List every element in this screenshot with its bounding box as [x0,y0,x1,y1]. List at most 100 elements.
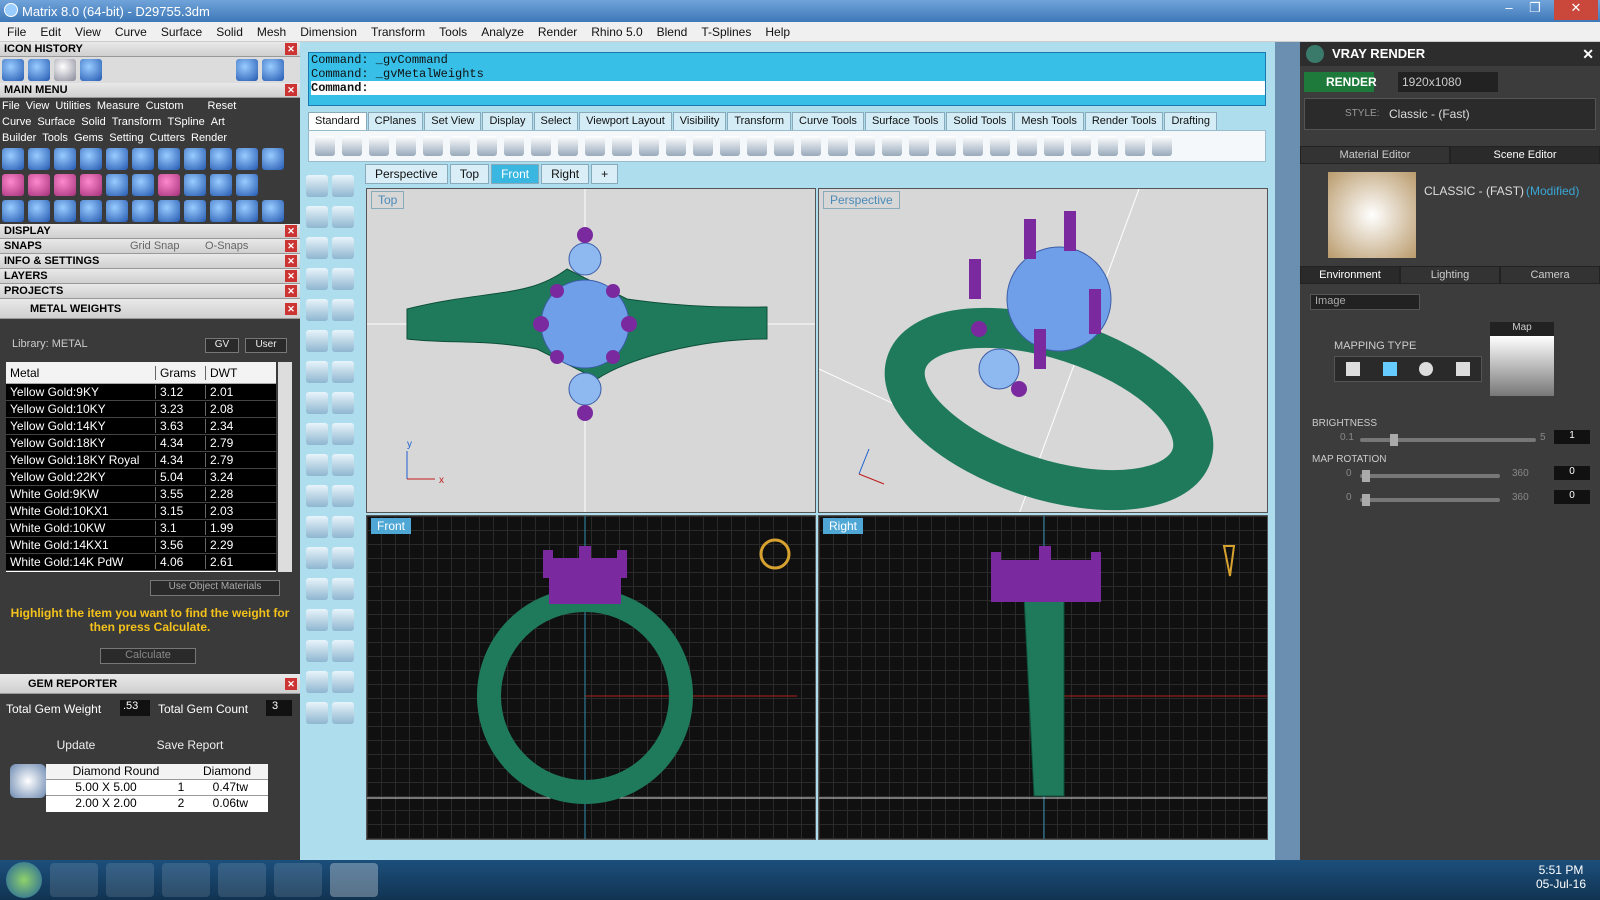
paint-icon[interactable] [332,702,354,724]
tool-icon[interactable] [236,174,258,196]
close-icon[interactable]: ✕ [285,240,297,252]
copy-icon[interactable] [477,136,497,156]
matrix-app-icon[interactable] [330,863,378,897]
text-icon[interactable] [306,547,328,569]
select-icon[interactable] [306,175,328,197]
metal-weights-header[interactable]: METAL WEIGHTS ✕ [0,299,300,319]
projects-header[interactable]: PROJECTS ✕ [0,284,300,299]
viewport-label-perspective[interactable]: Perspective [823,191,900,209]
tool-icon[interactable] [158,174,180,196]
mapping-sphere-icon[interactable] [1419,362,1434,376]
zoom-selected-icon[interactable] [693,136,713,156]
tab-surface-tools[interactable]: Surface Tools [864,112,946,130]
update-button[interactable]: Update [40,738,112,754]
main-sub-custom[interactable]: Custom [146,100,184,112]
tool-icon[interactable] [54,200,76,222]
tool-icon[interactable] [106,200,128,222]
gem-row[interactable]: 5.00 X 5.00 1 0.47tw [46,780,268,796]
calculator-icon[interactable] [274,863,322,897]
tool-icon[interactable] [210,174,232,196]
dimension-icon[interactable] [1125,136,1145,156]
tool-icon[interactable] [2,174,24,196]
tab-render-tools[interactable]: Render Tools [1084,112,1164,130]
fillet-icon[interactable] [332,485,354,507]
tool-icon[interactable] [106,174,128,196]
split-icon[interactable] [306,454,328,476]
menu-surface[interactable]: Surface [154,25,209,39]
viewport-perspective[interactable]: Perspective [818,188,1268,513]
tab-drafting[interactable]: Drafting [1164,112,1217,130]
tool-icon[interactable] [54,174,76,196]
grid-icon[interactable] [306,640,328,662]
folder-icon[interactable] [54,59,76,81]
tool-icon[interactable] [2,200,24,222]
trim-icon[interactable] [332,454,354,476]
sphere-icon[interactable] [990,136,1010,156]
rotation-h-value[interactable]: 0 [1554,466,1590,480]
tab-standard[interactable]: Standard [308,112,367,130]
tool-icon[interactable] [28,200,50,222]
rotation-v-slider[interactable] [1360,494,1500,506]
tool-icon[interactable] [236,200,258,222]
tool-icon[interactable] [210,148,232,170]
import-icon[interactable] [423,136,443,156]
table-row[interactable]: White Gold:14K PdW 4.06 2.61 [6,554,276,571]
rotate-view-icon[interactable] [720,136,740,156]
media-player-icon[interactable] [162,863,210,897]
resolution-select[interactable]: 1920x1080 [1398,72,1498,92]
viewport-top[interactable]: Top yx [366,188,816,513]
maximize-button[interactable]: ❐ [1522,0,1548,20]
viewport-label-front[interactable]: Front [371,518,412,534]
explorer-icon[interactable] [106,863,154,897]
col-metal[interactable]: Metal [6,365,156,380]
blend-icon[interactable] [332,516,354,538]
view-tab-front[interactable]: Front [491,164,540,184]
menu-rhino5[interactable]: Rhino 5.0 [584,25,649,39]
color-wheel-icon[interactable] [963,136,983,156]
tool-icon[interactable] [2,148,24,170]
gem-reporter-header[interactable]: GEM REPORTER ✕ [0,674,300,694]
arc-icon[interactable] [306,268,328,290]
analyze-icon[interactable] [306,671,328,693]
chrome-icon[interactable] [218,863,266,897]
tool-icon[interactable] [184,200,206,222]
environment-type-select[interactable]: Image [1310,294,1420,310]
table-row[interactable]: Yellow Gold:18KY Royal 4.34 2.79 [6,452,276,469]
col-dwt[interactable]: DWT [206,366,266,380]
main-sub-file[interactable]: File [2,100,20,112]
close-icon[interactable]: ✕ [285,678,297,690]
align-icon[interactable] [332,640,354,662]
menu-tsplines[interactable]: T-Splines [694,25,758,39]
tab-display[interactable]: Display [482,112,533,130]
tab-mesh-tools[interactable]: Mesh Tools [1014,112,1084,130]
tab-cplanes[interactable]: CPlanes [367,112,424,130]
menu-dimension[interactable]: Dimension [293,25,364,39]
snaps-header[interactable]: SNAPS Grid Snap O-Snaps ✕ [0,239,300,254]
array-icon[interactable] [332,609,354,631]
display-header[interactable]: DISPLAY ✕ [0,224,300,239]
menu-analyze[interactable]: Analyze [474,25,531,39]
mesh-icon[interactable] [332,392,354,414]
tool-icon[interactable] [184,148,206,170]
dimension-icon[interactable] [332,547,354,569]
tool-gems[interactable]: Gems [74,132,103,144]
tab-solid-tools[interactable]: Solid Tools [946,112,1014,130]
offset-icon[interactable] [306,516,328,538]
close-icon[interactable]: ✕ [285,43,297,55]
use-object-materials-button[interactable]: Use Object Materials [150,580,280,596]
tool-setting[interactable]: Setting [109,132,143,144]
gv-button[interactable]: GV [205,338,239,353]
slider-handle[interactable] [1362,494,1370,506]
sphere-icon[interactable] [332,361,354,383]
menu-blend[interactable]: Blend [650,25,695,39]
close-icon[interactable]: ✕ [285,270,297,282]
help-icon[interactable] [1152,136,1172,156]
close-icon[interactable]: ✕ [285,225,297,237]
table-row[interactable]: Yellow Gold:22KY 5.04 3.24 [6,469,276,486]
freeform-icon[interactable] [332,299,354,321]
map-preview[interactable] [1490,336,1554,396]
close-icon[interactable]: ✕ [1582,42,1594,66]
print-icon[interactable] [396,136,416,156]
user-button[interactable]: User [245,338,287,353]
tab-environment[interactable]: Environment [1300,266,1400,284]
